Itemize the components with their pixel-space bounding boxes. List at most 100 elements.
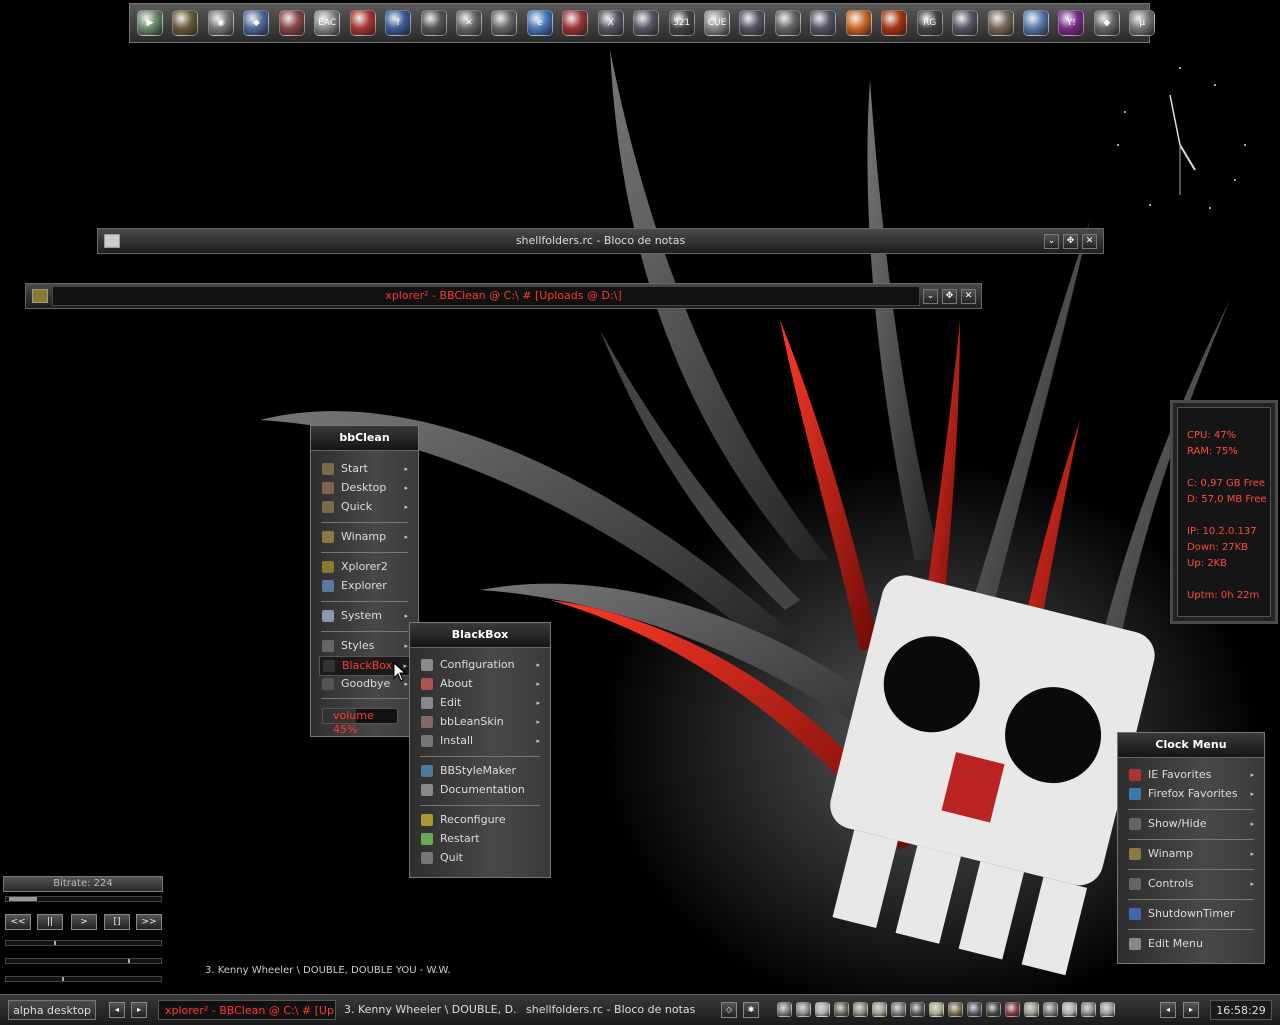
- app-tiles-icon[interactable]: [172, 10, 199, 36]
- previous-track-button[interactable]: <<: [5, 914, 31, 930]
- window-icon[interactable]: [633, 10, 660, 36]
- tray-icon[interactable]: [1024, 1002, 1039, 1017]
- mascot-icon[interactable]: [562, 10, 589, 36]
- tray-toggle-button[interactable]: ◇: [721, 1002, 737, 1018]
- disc-burn-icon[interactable]: ◉: [207, 10, 234, 36]
- internet-explorer-icon[interactable]: e: [526, 10, 553, 36]
- firefox-icon[interactable]: [845, 10, 872, 36]
- launcher-slot[interactable]: [842, 6, 876, 40]
- tray-icon[interactable]: [1062, 1002, 1077, 1017]
- task-manager-icon[interactable]: [952, 10, 979, 36]
- menu-item-desktop[interactable]: Desktop ▸: [319, 479, 412, 497]
- launcher-slot[interactable]: [629, 6, 663, 40]
- shield-icon[interactable]: ◆: [243, 10, 270, 36]
- launcher-slot[interactable]: ▶: [133, 6, 167, 40]
- launcher-slot[interactable]: ✕: [452, 6, 486, 40]
- pause-button[interactable]: ||: [37, 914, 63, 930]
- tray-icon[interactable]: [1043, 1002, 1058, 1017]
- launcher-slot[interactable]: [417, 6, 451, 40]
- tools-icon[interactable]: ✕: [455, 10, 482, 36]
- launcher-slot[interactable]: [948, 6, 982, 40]
- launcher-slot[interactable]: ◉: [204, 6, 238, 40]
- utorrent-icon[interactable]: µ: [1129, 10, 1156, 36]
- facebook-icon[interactable]: f: [385, 10, 412, 36]
- menu-item-xplorer2[interactable]: Xplorer2: [319, 558, 412, 576]
- launcher-slot[interactable]: ◆: [1090, 6, 1124, 40]
- diamond-icon[interactable]: ◆: [1093, 10, 1120, 36]
- menu-item-system[interactable]: System ▸: [319, 607, 412, 625]
- launcher-slot[interactable]: [877, 6, 911, 40]
- tray-icon[interactable]: [796, 1002, 811, 1017]
- tray-icon[interactable]: [948, 1002, 963, 1017]
- launcher-slot[interactable]: f: [381, 6, 415, 40]
- menu-item-winamp[interactable]: Winamp ▸: [319, 528, 412, 546]
- minimize-button[interactable]: ⌄: [1044, 234, 1059, 249]
- tray-icon[interactable]: [967, 1002, 982, 1017]
- tray-menu-button[interactable]: ✱: [743, 1002, 759, 1018]
- launcher-slot[interactable]: X: [594, 6, 628, 40]
- prev-workspace-button[interactable]: ◂: [109, 1002, 125, 1018]
- archive-icon[interactable]: [987, 10, 1014, 36]
- menu-item-install[interactable]: Install ▸: [418, 732, 544, 750]
- seek-bar[interactable]: [5, 896, 162, 902]
- tray-icon[interactable]: [929, 1002, 944, 1017]
- menu-item-about[interactable]: About ▸: [418, 675, 544, 693]
- stop-button[interactable]: []: [104, 914, 130, 930]
- taskbar-task-button[interactable]: 3. Kenny Wheeler \ DOUBLE, D...: [338, 1000, 518, 1020]
- next-workspace-button[interactable]: ▸: [131, 1002, 147, 1018]
- launcher-slot[interactable]: ◆: [239, 6, 273, 40]
- tray-icon[interactable]: [910, 1002, 925, 1017]
- tray-icon[interactable]: [853, 1002, 868, 1017]
- menu-item-bbleanskin[interactable]: bbLeanSkin ▸: [418, 713, 544, 731]
- tray-icon[interactable]: [1005, 1002, 1020, 1017]
- eac-icon[interactable]: EAC: [314, 10, 341, 36]
- tray-icon[interactable]: [1081, 1002, 1096, 1017]
- launcher-slot[interactable]: [346, 6, 380, 40]
- tray-icon[interactable]: [815, 1002, 830, 1017]
- cue-disc-icon[interactable]: CUE: [704, 10, 730, 36]
- volume-slider[interactable]: volume 45%: [322, 708, 398, 736]
- menu-item-quit[interactable]: Quit: [418, 849, 544, 867]
- notepad-window-titlebar[interactable]: shellfolders.rc - Bloco de notas ⌄ ✥ ✕: [97, 228, 1104, 254]
- menu-item-shutdowntimer[interactable]: ShutdownTimer: [1126, 905, 1258, 923]
- launcher-slot[interactable]: RG: [913, 6, 947, 40]
- minimize-button[interactable]: ⌄: [923, 289, 938, 304]
- menu-item-quick[interactable]: Quick ▸: [319, 498, 412, 516]
- computer-icon[interactable]: [739, 10, 766, 36]
- taskbar-task-button[interactable]: xplorer² - BBClean @ C:\ # [Up...: [158, 1000, 336, 1020]
- documents-icon[interactable]: [774, 10, 801, 36]
- launcher-slot[interactable]: [558, 6, 592, 40]
- launcher-slot[interactable]: [1019, 6, 1053, 40]
- server-icon[interactable]: [491, 10, 518, 36]
- taskbar-task-button[interactable]: shellfolders.rc - Bloco de notas: [520, 1000, 710, 1020]
- close-button[interactable]: ✕: [961, 289, 976, 304]
- tray-icon[interactable]: [986, 1002, 1001, 1017]
- menu-item-bbstylemaker[interactable]: BBStyleMaker: [418, 762, 544, 780]
- menu-item-edit[interactable]: Edit ▸: [418, 694, 544, 712]
- image-viewer-icon[interactable]: [278, 10, 305, 36]
- maximize-button[interactable]: ✥: [1063, 234, 1078, 249]
- volume-bar[interactable]: [5, 940, 162, 946]
- menu-item-winamp[interactable]: Winamp ▸: [1126, 845, 1258, 863]
- tray-icon[interactable]: [834, 1002, 849, 1017]
- menu-item-documentation[interactable]: Documentation: [418, 781, 544, 799]
- rg-icon[interactable]: RG: [916, 10, 943, 36]
- network-icon[interactable]: [810, 10, 837, 36]
- launcher-slot[interactable]: CUE: [700, 6, 734, 40]
- launcher-slot[interactable]: [771, 6, 805, 40]
- close-button[interactable]: ✕: [1082, 234, 1097, 249]
- messenger-icon[interactable]: [1022, 10, 1049, 36]
- tray-icon[interactable]: [777, 1002, 792, 1017]
- launcher-slot[interactable]: µ: [1125, 6, 1159, 40]
- launcher-slot[interactable]: [487, 6, 521, 40]
- menu-item-show-hide[interactable]: Show/Hide ▸: [1126, 815, 1258, 833]
- pdf-reader-icon[interactable]: [349, 10, 376, 36]
- next-track-button[interactable]: >>: [136, 914, 162, 930]
- tray-icon[interactable]: [891, 1002, 906, 1017]
- eq-bar[interactable]: [5, 976, 162, 982]
- tray-icon[interactable]: [1100, 1002, 1115, 1017]
- menu-item-start[interactable]: Start ▸: [319, 460, 412, 478]
- menu-item-controls[interactable]: Controls ▸: [1126, 875, 1258, 893]
- launcher-slot[interactable]: [984, 6, 1018, 40]
- launcher-slot[interactable]: EAC: [310, 6, 344, 40]
